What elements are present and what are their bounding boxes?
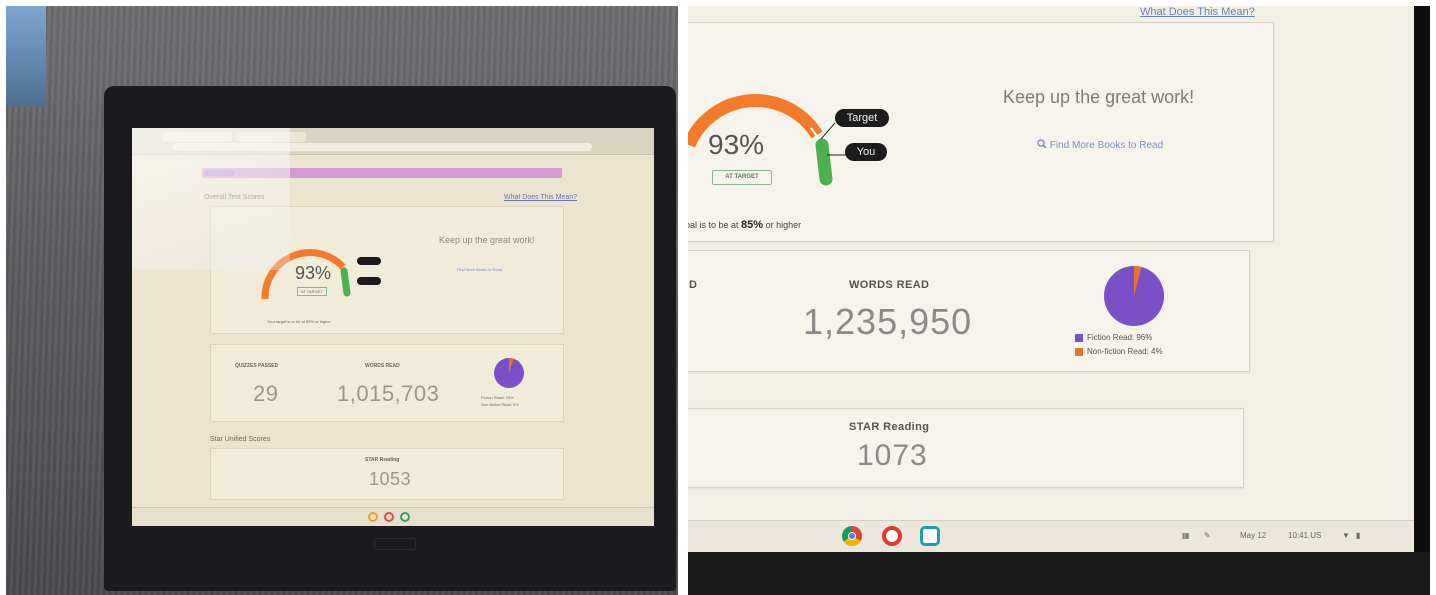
laptop-bezel-right — [1414, 6, 1430, 595]
words-value: 1,235,950 — [803, 301, 973, 342]
goal-text: Your target is to be at 85% or higher — [267, 319, 331, 324]
keep-up-message: Keep up the great work! — [439, 235, 535, 245]
legend-swatch-fiction — [1075, 333, 1083, 342]
browser-tab[interactable] — [236, 132, 306, 142]
find-books-link[interactable]: Find More Books to Read — [457, 267, 502, 272]
banner-tag — [204, 170, 234, 176]
goal-suffix: or higher — [763, 220, 802, 230]
legend-nonfiction: Non-fiction Read: 4% — [1075, 347, 1163, 356]
legend-nonfiction-label: Non-fiction Read: 4% — [1087, 347, 1163, 356]
goal-prefix: oal is to be at — [688, 220, 742, 230]
gauge-card: 93% AT TARGET Your target is to be at 85… — [210, 206, 564, 334]
star-value: 1073 — [857, 439, 928, 472]
legend-fiction-label: Fiction Read: 96% — [1087, 333, 1153, 342]
section-title: Overall Test Scores — [204, 194, 265, 201]
tray-notification-icon[interactable]: ▦ — [1182, 531, 1190, 540]
window-sky — [6, 6, 46, 106]
star-card: STAR Reading 1073 — [688, 408, 1244, 488]
laptop: Overall Test Scores What Does This Mean?… — [104, 86, 676, 591]
wifi-icon[interactable]: ▼ — [1342, 531, 1350, 540]
photo-left: Overall Test Scores What Does This Mean?… — [6, 6, 678, 595]
photo-right: What Does This Mean? 93% AT TARGET Targe… — [688, 6, 1430, 595]
docs-icon[interactable] — [882, 526, 902, 546]
edge-cut-label: D — [689, 279, 698, 291]
gauge-card: 93% AT TARGET Target You oal is to be at… — [688, 22, 1274, 242]
star-section-title: Star Unified Scores — [210, 436, 271, 443]
chrome-icon[interactable] — [368, 512, 378, 522]
address-bar[interactable] — [172, 143, 592, 151]
you-pill: You — [845, 143, 887, 161]
shelf-taskbar — [132, 507, 654, 526]
browser-chrome — [132, 128, 654, 155]
gauge-progress — [815, 138, 833, 186]
find-books-link[interactable]: Find More Books to Read — [1037, 139, 1163, 151]
reading-pie-chart — [1104, 266, 1164, 326]
status-pill: AT TARGET — [297, 287, 327, 296]
star-label: STAR Reading — [849, 421, 930, 433]
goal-value: 85% — [741, 219, 764, 231]
quizzes-label: QUIZZES PASSED — [235, 363, 279, 369]
gauge-percent: 93% — [708, 129, 765, 160]
find-books-label: Find More Books to Read — [1049, 140, 1164, 151]
words-label: WORDS READ — [365, 363, 400, 369]
tray-pen-icon[interactable]: ✎ — [1204, 531, 1211, 540]
gauge-progress — [340, 267, 351, 297]
chrome-icon[interactable] — [842, 526, 862, 546]
target-marker — [357, 257, 381, 265]
legend-swatch-nonfiction — [1075, 347, 1083, 356]
laptop-screen: Overall Test Scores What Does This Mean?… — [132, 128, 654, 526]
meet-icon[interactable] — [920, 526, 940, 546]
browser-tab[interactable] — [162, 132, 232, 142]
star-value: 1053 — [369, 469, 412, 489]
reading-pie-chart — [494, 357, 524, 388]
search-icon — [1037, 139, 1047, 149]
legend-nonfiction: Non-fiction Read: 5% — [481, 402, 519, 407]
goal-text: oal is to be at 85% or higher — [688, 219, 801, 231]
words-label: WORDS READ — [849, 279, 930, 291]
what-does-this-mean-link[interactable]: What Does This Mean? — [504, 194, 577, 201]
legend-fiction: Fiction Read: 96% — [1075, 333, 1152, 342]
laptop-logo — [374, 538, 416, 550]
shelf-taskbar: ▦ ✎ May 12 10:41 US ▼ ▮ — [688, 520, 1414, 553]
quizzes-value: 29 — [253, 381, 279, 406]
star-card: STAR Reading 1053 — [210, 448, 564, 500]
gauge-percent: 93% — [295, 263, 332, 283]
laptop-screen-closeup: What Does This Mean? 93% AT TARGET Targe… — [688, 6, 1414, 553]
meet-icon[interactable] — [400, 512, 410, 522]
words-card: D WORDS READ 1,235,950 Fiction Read: 96%… — [688, 250, 1250, 372]
you-marker — [357, 277, 381, 285]
target-connector — [820, 122, 836, 140]
words-value: 1,015,703 — [337, 381, 440, 406]
tray-time[interactable]: 10:41 US — [1288, 531, 1321, 540]
target-pill: Target — [835, 109, 889, 127]
page-banner — [202, 168, 562, 178]
star-label: STAR Reading — [365, 457, 400, 463]
legend-fiction: Fiction Read: 95% — [481, 395, 514, 400]
laptop-bezel-bottom — [688, 552, 1430, 595]
battery-icon[interactable]: ▮ — [1356, 531, 1360, 540]
what-does-this-mean-link[interactable]: What Does This Mean? — [1140, 6, 1255, 18]
keep-up-message: Keep up the great work! — [1003, 87, 1195, 107]
status-pill: AT TARGET — [712, 170, 772, 185]
docs-icon[interactable] — [384, 512, 394, 522]
stats-card: QUIZZES PASSED 29 WORDS READ 1,015,703 F… — [210, 344, 564, 422]
tray-date[interactable]: May 12 — [1240, 531, 1266, 540]
